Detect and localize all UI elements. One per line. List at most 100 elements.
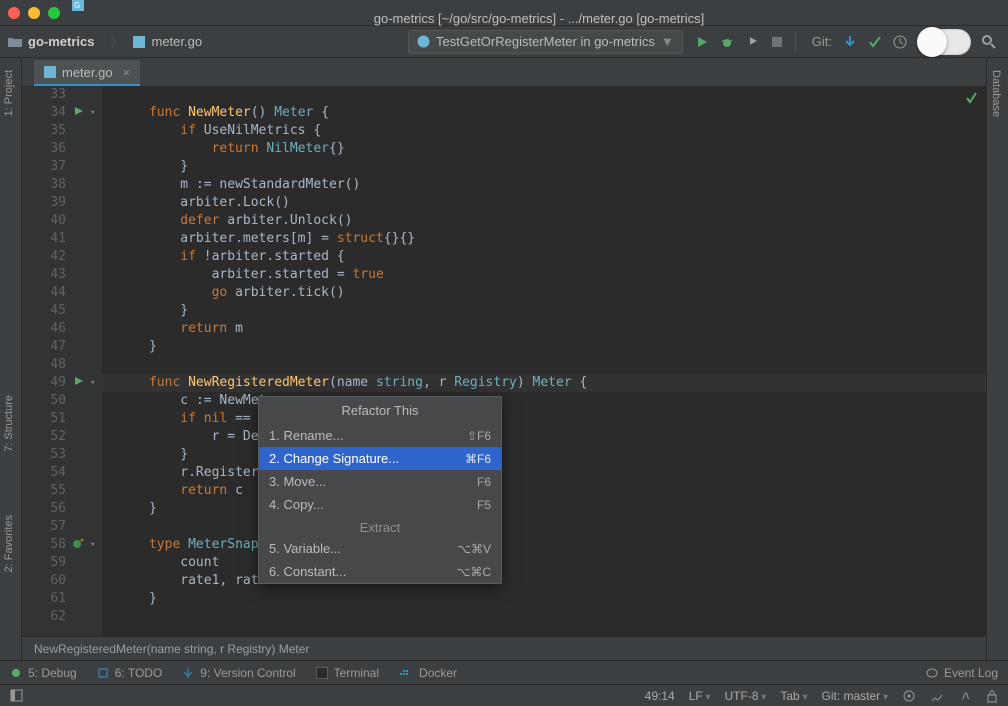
code-line[interactable]: arbiter.Lock() (102, 194, 986, 212)
caret-position[interactable]: 49:14 (645, 689, 675, 703)
refactor-extract-item-1[interactable]: 6. Constant...⌥⌘C (259, 560, 501, 583)
code-line[interactable]: count (102, 554, 986, 572)
code-line[interactable]: return c (102, 482, 986, 500)
tool-favorites[interactable]: 2: Favorites (0, 507, 18, 580)
go-file-icon: G (72, 0, 1000, 11)
popup-title: Refactor This (259, 397, 501, 424)
code-line[interactable]: func NewRegisteredMeter(name string, r R… (102, 374, 986, 392)
code-line[interactable] (102, 608, 986, 626)
refactor-item-1[interactable]: 2. Change Signature...⌘F6 (259, 447, 501, 470)
git-update-button[interactable] (842, 34, 857, 49)
go-file-icon (44, 66, 56, 78)
lock-icon[interactable] (986, 689, 998, 703)
code-line[interactable]: r = Defa (102, 428, 986, 446)
code-line[interactable]: arbiter.meters[m] = struct{}{} (102, 230, 986, 248)
zoom-window-icon[interactable] (48, 7, 60, 19)
line-separator[interactable]: LF (689, 689, 711, 703)
git-branch[interactable]: Git: master (822, 689, 889, 703)
refactor-popup: Refactor This 1. Rename...⇧F62. Change S… (258, 396, 502, 584)
implements-gutter-icon[interactable]: ▾ (72, 536, 102, 554)
tool-debug[interactable]: 5: Debug (10, 666, 77, 680)
code-line[interactable]: } (102, 446, 986, 464)
breadcrumbs-text: NewRegisteredMeter(name string, r Regist… (34, 642, 309, 656)
editor-tab-label: meter.go (62, 65, 113, 80)
code-editor[interactable]: 33 34 35 36 37 38 39 40 41 42 43 44 45 4… (22, 86, 986, 636)
tool-windows-toggle-icon[interactable] (10, 689, 23, 702)
editor-breadcrumbs[interactable]: NewRegisteredMeter(name string, r Regist… (22, 636, 986, 660)
svg-text:G: G (74, 1, 80, 10)
code-line[interactable]: arbiter.started = true (102, 266, 986, 284)
tool-vcs[interactable]: 9: Version Control (182, 666, 295, 680)
tool-docker[interactable]: Docker (399, 666, 457, 680)
code-line[interactable] (102, 86, 986, 104)
memory-indicator-icon[interactable] (930, 689, 944, 703)
refactor-item-0[interactable]: 1. Rename...⇧F6 (259, 424, 501, 447)
close-window-icon[interactable] (8, 7, 20, 19)
icon-gutter: ▾ ▾ ▾ (72, 86, 102, 636)
code-line[interactable]: return m (102, 320, 986, 338)
refactor-extract-item-0[interactable]: 5. Variable...⌥⌘V (259, 537, 501, 560)
breadcrumb-project[interactable]: go-metrics (8, 34, 94, 49)
status-bar: 49:14 LF UTF-8 Tab Git: master (0, 684, 1008, 706)
popup-item-label: 4. Copy... (269, 497, 477, 512)
code-line[interactable]: if nil == r (102, 410, 986, 428)
inspection-profile-icon[interactable] (902, 689, 916, 703)
tool-database[interactable]: Database (987, 62, 1005, 125)
tool-terminal[interactable]: Terminal (316, 666, 379, 680)
code-line[interactable]: go arbiter.tick() (102, 284, 986, 302)
code-line[interactable]: } (102, 590, 986, 608)
code-line[interactable]: if UseNilMetrics { (102, 122, 986, 140)
window-controls (8, 7, 60, 19)
code-line[interactable]: func NewMeter() Meter { (102, 104, 986, 122)
event-log[interactable]: Event Log (926, 666, 998, 680)
code-line[interactable]: r.Register(n (102, 464, 986, 482)
search-everywhere-button[interactable] (981, 34, 996, 49)
titlebar: G go-metrics [~/go/src/go-metrics] - ...… (0, 0, 1008, 26)
tool-todo[interactable]: 6: TODO (97, 666, 163, 680)
stop-button[interactable] (770, 34, 785, 49)
run-gutter-icon[interactable]: ▾ (72, 374, 102, 392)
presentation-toggle[interactable] (917, 29, 971, 55)
code-area[interactable]: func NewMeter() Meter { if UseNilMetrics… (102, 86, 986, 636)
code-line[interactable]: m := newStandardMeter() (102, 176, 986, 194)
window-title: G go-metrics [~/go/src/go-metrics] - ...… (72, 0, 1000, 26)
refactor-item-2[interactable]: 3. Move...F6 (259, 470, 501, 493)
folder-icon (8, 36, 22, 48)
popup-item-shortcut: ⌥⌘V (457, 542, 491, 556)
settings-icon[interactable] (958, 689, 972, 703)
code-line[interactable]: } (102, 302, 986, 320)
run-gutter-icon[interactable]: ▾ (72, 104, 102, 122)
code-line[interactable]: } (102, 158, 986, 176)
code-line[interactable] (102, 356, 986, 374)
git-history-button[interactable] (892, 34, 907, 49)
run-button[interactable] (695, 34, 710, 49)
code-line[interactable]: } (102, 500, 986, 518)
breadcrumb-file-label: meter.go (151, 34, 202, 49)
code-line[interactable]: rate1, rate5 (102, 572, 986, 590)
code-line[interactable]: defer arbiter.Unlock() (102, 212, 986, 230)
close-tab-icon[interactable]: × (123, 65, 131, 80)
breadcrumb-file[interactable]: meter.go (133, 34, 202, 49)
git-commit-button[interactable] (867, 34, 882, 49)
popup-item-shortcut: ⌥⌘C (457, 565, 492, 579)
minimize-window-icon[interactable] (28, 7, 40, 19)
popup-item-label: 1. Rename... (269, 428, 467, 443)
run-configuration-selector[interactable]: TestGetOrRegisterMeter in go-metrics ▼ (408, 30, 683, 54)
code-line[interactable]: type MeterSnapsh (102, 536, 986, 554)
code-line[interactable]: c := NewMete (102, 392, 986, 410)
inspection-ok-icon (965, 91, 978, 104)
code-line[interactable]: } (102, 338, 986, 356)
file-encoding[interactable]: UTF-8 (725, 689, 767, 703)
indent-style[interactable]: Tab (780, 689, 807, 703)
editor-tab-meter[interactable]: meter.go × (34, 60, 140, 86)
debug-button[interactable] (720, 34, 735, 49)
coverage-button[interactable] (745, 34, 760, 49)
tool-structure[interactable]: 7: Structure (0, 387, 18, 460)
bottom-tool-bar: 5: Debug 6: TODO 9: Version Control Term… (0, 660, 1008, 684)
code-line[interactable]: return NilMeter{} (102, 140, 986, 158)
code-line[interactable] (102, 518, 986, 536)
tool-project[interactable]: 1: Project (0, 62, 18, 124)
refactor-item-3[interactable]: 4. Copy...F5 (259, 493, 501, 516)
code-line[interactable]: if !arbiter.started { (102, 248, 986, 266)
go-file-icon (133, 36, 145, 48)
